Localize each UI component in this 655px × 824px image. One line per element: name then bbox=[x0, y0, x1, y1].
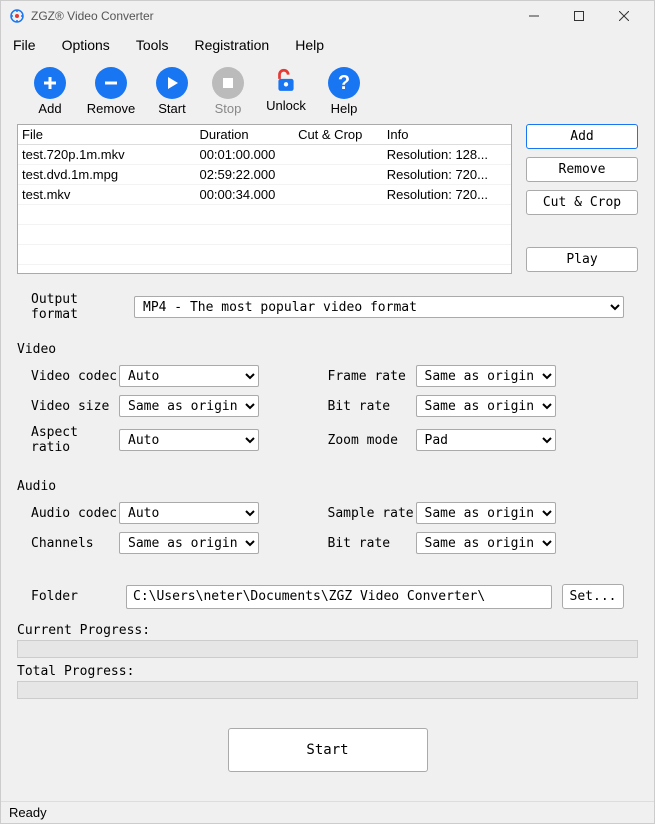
menu-options[interactable]: Options bbox=[58, 33, 114, 57]
col-duration[interactable]: Duration bbox=[195, 125, 294, 145]
video-size-select[interactable]: Same as original vid bbox=[119, 395, 259, 417]
aspect-ratio-label: Aspect ratio bbox=[31, 425, 119, 455]
video-size-label: Video size bbox=[31, 399, 119, 414]
toolbar-add[interactable]: Add bbox=[29, 67, 71, 116]
toolbar-help[interactable]: ? Help bbox=[323, 67, 365, 116]
play-icon bbox=[156, 67, 188, 99]
help-icon: ? bbox=[328, 67, 360, 99]
close-button[interactable] bbox=[601, 1, 646, 31]
sample-rate-select[interactable]: Same as original aud bbox=[416, 502, 556, 524]
file-table[interactable]: File Duration Cut & Crop Info test.720p.… bbox=[17, 124, 512, 274]
remove-button[interactable]: Remove bbox=[526, 157, 638, 182]
folder-label: Folder bbox=[31, 589, 116, 604]
frame-rate-label: Frame rate bbox=[328, 369, 416, 384]
menu-file[interactable]: File bbox=[9, 33, 40, 57]
zoom-mode-select[interactable]: Pad bbox=[416, 429, 556, 451]
stop-icon bbox=[212, 67, 244, 99]
col-info[interactable]: Info bbox=[383, 125, 511, 145]
plus-icon bbox=[34, 67, 66, 99]
window-controls bbox=[511, 1, 646, 31]
menubar: File Options Tools Registration Help bbox=[1, 31, 654, 59]
folder-input[interactable] bbox=[126, 585, 552, 609]
unlock-icon bbox=[273, 67, 299, 96]
frame-rate-select[interactable]: Same as original vid bbox=[416, 365, 556, 387]
add-button[interactable]: Add bbox=[526, 124, 638, 149]
minus-icon bbox=[95, 67, 127, 99]
statusbar: Ready bbox=[1, 801, 654, 823]
menu-registration[interactable]: Registration bbox=[191, 33, 274, 57]
col-cutcrop[interactable]: Cut & Crop bbox=[294, 125, 383, 145]
audio-codec-label: Audio codec bbox=[31, 506, 119, 521]
audio-bitrate-label: Bit rate bbox=[328, 536, 416, 551]
aspect-ratio-select[interactable]: Auto bbox=[119, 429, 259, 451]
menu-tools[interactable]: Tools bbox=[132, 33, 173, 57]
toolbar-remove[interactable]: Remove bbox=[85, 67, 137, 116]
current-progress-bar bbox=[17, 640, 638, 658]
total-progress-label: Total Progress: bbox=[17, 664, 638, 681]
channels-select[interactable]: Same as original aud bbox=[119, 532, 259, 554]
toolbar-start[interactable]: Start bbox=[151, 67, 193, 116]
table-row[interactable]: test.mkv00:00:34.000Resolution: 720... bbox=[18, 185, 511, 205]
app-icon bbox=[9, 8, 25, 24]
table-row[interactable]: test.dvd.1m.mpg02:59:22.000Resolution: 7… bbox=[18, 165, 511, 185]
zoom-mode-label: Zoom mode bbox=[328, 433, 416, 448]
minimize-button[interactable] bbox=[511, 1, 556, 31]
table-row[interactable]: test.720p.1m.mkv00:01:00.000Resolution: … bbox=[18, 145, 511, 165]
side-buttons: Add Remove Cut & Crop Play bbox=[526, 124, 638, 274]
output-format-label: Output format bbox=[31, 292, 126, 322]
status-text: Ready bbox=[9, 805, 47, 820]
audio-group-title: Audio bbox=[17, 473, 638, 498]
play-button[interactable]: Play bbox=[526, 247, 638, 272]
audio-bitrate-select[interactable]: Same as original aud bbox=[416, 532, 556, 554]
cutcrop-button[interactable]: Cut & Crop bbox=[526, 190, 638, 215]
audio-codec-select[interactable]: Auto bbox=[119, 502, 259, 524]
window-title: ZGZ® Video Converter bbox=[31, 9, 511, 23]
output-format-select[interactable]: MP4 - The most popular video format bbox=[134, 296, 624, 318]
video-codec-label: Video codec bbox=[31, 369, 119, 384]
video-bitrate-label: Bit rate bbox=[328, 399, 416, 414]
start-button[interactable]: Start bbox=[228, 728, 428, 772]
toolbar-stop[interactable]: Stop bbox=[207, 67, 249, 116]
sample-rate-label: Sample rate bbox=[328, 506, 416, 521]
set-folder-button[interactable]: Set... bbox=[562, 584, 624, 609]
menu-help[interactable]: Help bbox=[291, 33, 328, 57]
toolbar-unlock[interactable]: Unlock bbox=[263, 67, 309, 116]
toolbar: Add Remove Start Stop Unlock ? Help bbox=[1, 59, 654, 120]
maximize-button[interactable] bbox=[556, 1, 601, 31]
video-codec-select[interactable]: Auto bbox=[119, 365, 259, 387]
current-progress-label: Current Progress: bbox=[17, 623, 638, 640]
col-file[interactable]: File bbox=[18, 125, 195, 145]
titlebar: ZGZ® Video Converter bbox=[1, 1, 654, 31]
total-progress-bar bbox=[17, 681, 638, 699]
video-bitrate-select[interactable]: Same as original vid bbox=[416, 395, 556, 417]
video-group-title: Video bbox=[17, 336, 638, 361]
channels-label: Channels bbox=[31, 536, 119, 551]
